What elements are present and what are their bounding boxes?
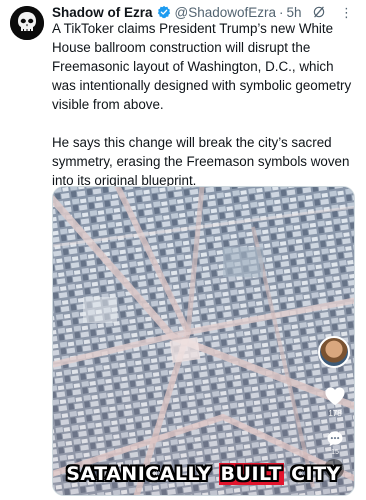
author-handle[interactable]: @ShadowofEzra <box>175 5 277 20</box>
verified-badge-icon <box>157 5 170 19</box>
video-media[interactable]: 178 15 SATANICALLY BUILT CITY <box>52 186 355 496</box>
tweet-paragraph: He says this change will break the city’… <box>52 135 350 188</box>
creator-avatar[interactable] <box>318 336 350 368</box>
comment-icon[interactable] <box>326 430 344 448</box>
caption-highlight: BUILT <box>218 463 284 485</box>
separator-dot: · <box>279 4 284 20</box>
like-count: 178 <box>328 409 342 418</box>
heart-icon[interactable] <box>324 386 346 406</box>
timestamp[interactable]: 5h <box>287 5 302 20</box>
punisher-skull-icon <box>10 6 44 40</box>
tweet-paragraph: A TikToker claims President Trump’s new … <box>52 21 352 112</box>
grok-icon[interactable] <box>312 5 326 19</box>
author-name[interactable]: Shadow of Ezra <box>52 5 153 20</box>
tweet-body: A TikToker claims President Trump’s new … <box>52 19 352 190</box>
caption-text: SATANICALLY <box>66 463 219 485</box>
aerial-city-image <box>53 187 354 495</box>
comment-count: 15 <box>331 449 339 456</box>
video-caption: SATANICALLY BUILT CITY <box>53 463 354 485</box>
author-avatar[interactable] <box>10 6 44 40</box>
caption-text: CITY <box>283 463 341 485</box>
